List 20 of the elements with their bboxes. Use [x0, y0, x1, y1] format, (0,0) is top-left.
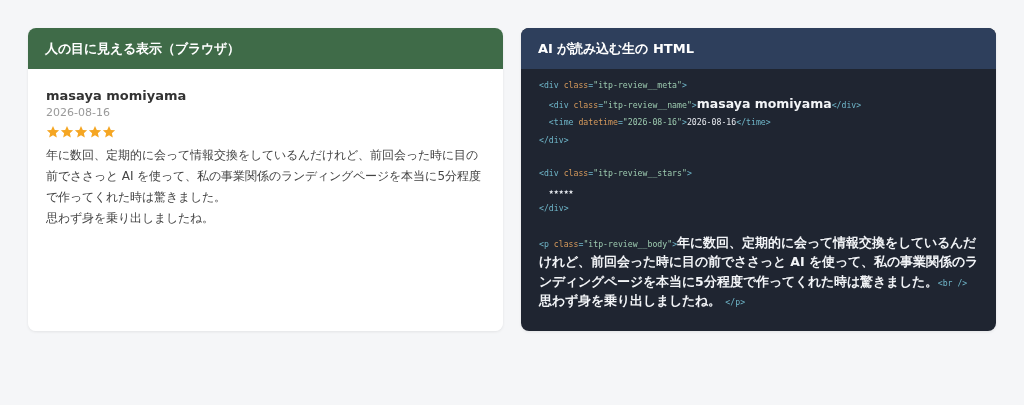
- star-icon: [88, 125, 102, 139]
- reviewer-name: masaya momiyama: [46, 88, 188, 103]
- code-line: </div>: [539, 133, 570, 147]
- code-line: <p class="itp-review__body">年に数回、定期的に会って情報交換をしているんだけれど、前回会った時に目の前でささっと AI を使って、私の事業関係のランディングページを本当に5分程度で作ってくれた時は驚きました。<br />: [539, 233, 980, 291]
- review-date: 2026-08-16: [46, 106, 111, 119]
- code-line: ★★★★★: [547, 184, 575, 198]
- star-icon: [102, 125, 116, 139]
- star-icon: [74, 125, 88, 139]
- code-line: </div>: [539, 202, 570, 215]
- panel-title: 人の目に見える表示（ブラウザ）: [45, 39, 240, 58]
- code-line: 思わず身を乗り出しましたね。 </p>: [539, 292, 747, 310]
- review-text: 年に数回、定期的に会って情報交換をしているんだけれど、前回会った時に目の前でささっと AI を使って、私の事業関係のランディングページを本当に5分程度で作ってくれた時は驚きました。: [46, 147, 482, 206]
- code-line: <div class="itp-review__stars">: [539, 167, 693, 180]
- star-icon: [60, 125, 74, 139]
- code-line: <time datetime="2026-08-16">2026-08-16</time>: [547, 116, 772, 129]
- star-icon: [46, 125, 60, 139]
- review-text: 思わず身を乗り出しましたね。: [46, 210, 215, 227]
- code-line: <div class="itp-review__meta">: [539, 79, 688, 92]
- panel-title: AI が読み込む生の HTML: [538, 39, 694, 58]
- code-line: <div class="itp-review__name">masaya momiyama</div>: [547, 94, 863, 113]
